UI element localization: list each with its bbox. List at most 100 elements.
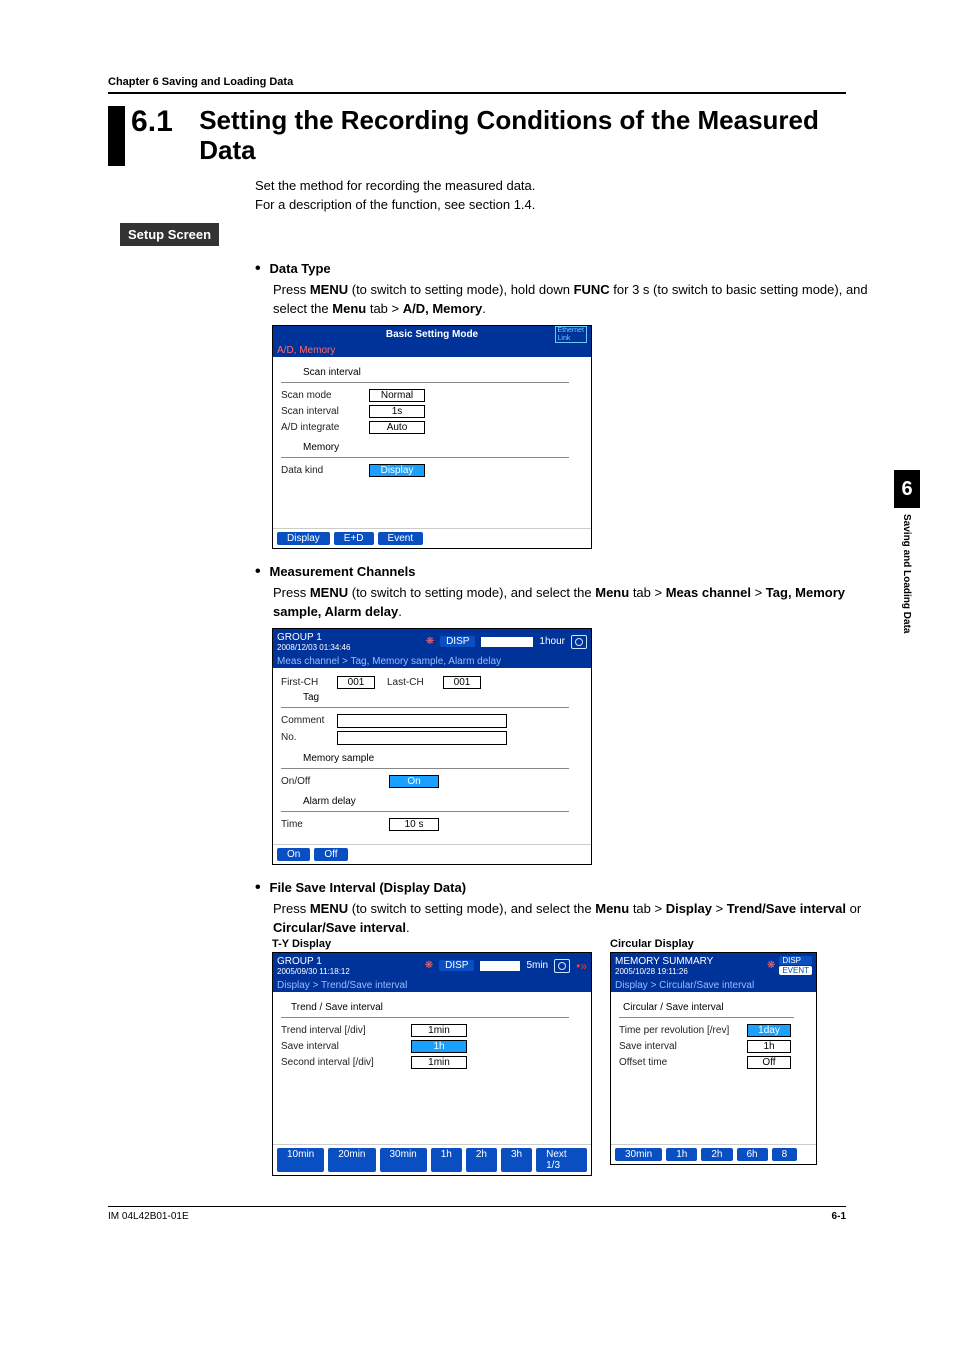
onoff-label: On/Off xyxy=(281,776,337,787)
fan-icon: ❋ xyxy=(426,636,434,647)
tpr-label: Time per revolution [/rev] xyxy=(619,1025,747,1036)
ss3-btn-5[interactable]: 3h xyxy=(501,1148,532,1172)
ss4-event-tag: EVENT xyxy=(779,966,812,975)
meas-heading: • Measurement Channels xyxy=(255,563,894,581)
ss3-disp-tag: DISP xyxy=(439,960,474,971)
save-interval-value[interactable]: 1h xyxy=(411,1040,467,1053)
ss4-disp-tag: DISP xyxy=(779,956,812,965)
no-label: No. xyxy=(281,732,337,743)
ss1-btn-event[interactable]: Event xyxy=(378,532,424,545)
last-ch-value[interactable]: 001 xyxy=(443,676,481,689)
screenshot-ty-display: GROUP 1 2005/09/30 11:18:12 ❋ DISP 5min … xyxy=(272,952,592,1176)
ss1-group-memory: Memory xyxy=(303,442,583,453)
ss2-alarmdelay-group: Alarm delay xyxy=(303,796,583,807)
ss4-group-title: Circular / Save interval xyxy=(623,1002,808,1013)
ss1-title: Basic Setting Mode xyxy=(273,329,591,340)
ss2-btn-on[interactable]: On xyxy=(277,848,310,861)
scan-mode-value[interactable]: Normal xyxy=(369,389,425,402)
datatype-body: Press MENU (to switch to setting mode), … xyxy=(273,280,894,319)
onoff-value[interactable]: On xyxy=(389,775,439,788)
last-ch-label: Last-CH xyxy=(387,677,443,688)
fan-icon: ❋ xyxy=(425,960,433,971)
section-number: 6.1 xyxy=(131,106,199,166)
screenshot-ad-memory: Basic Setting Mode Ethernet Link A/D, Me… xyxy=(272,325,592,549)
setup-screen-tag: Setup Screen xyxy=(120,223,219,246)
time-value[interactable]: 10 s xyxy=(389,818,439,831)
intro-line-2: For a description of the function, see s… xyxy=(255,195,894,215)
offset-label: Offset time xyxy=(619,1057,747,1068)
circular-display-head: Circular Display xyxy=(610,938,817,950)
ss3-btn-2[interactable]: 30min xyxy=(380,1148,427,1172)
chapter-header: Chapter 6 Saving and Loading Data xyxy=(108,76,846,94)
ad-integrate-value[interactable]: Auto xyxy=(369,421,425,434)
ss3-btn-4[interactable]: 2h xyxy=(466,1148,497,1172)
ss4-save-interval-value[interactable]: 1h xyxy=(747,1040,791,1053)
trend-interval-value[interactable]: 1min xyxy=(411,1024,467,1037)
ss4-btn-2[interactable]: 2h xyxy=(701,1148,732,1161)
intro-line-1: Set the method for recording the measure… xyxy=(255,176,894,196)
side-chapter-label: Saving and Loading Data xyxy=(901,514,912,633)
scan-interval-value[interactable]: 1s xyxy=(369,405,425,418)
data-kind-value[interactable]: Display xyxy=(369,464,425,477)
ss2-disp-tag: DISP xyxy=(440,636,475,647)
ss3-timestamp: 2005/09/30 11:18:12 xyxy=(277,967,350,976)
ss3-group: GROUP 1 xyxy=(277,956,350,967)
side-chapter-number: 6 xyxy=(894,470,920,508)
tpr-value[interactable]: 1day xyxy=(747,1024,791,1037)
time-label: Time xyxy=(281,819,337,830)
ss3-breadcrumb: Display > Trend/Save interval xyxy=(273,979,591,992)
first-ch-value[interactable]: 001 xyxy=(337,676,375,689)
meas-body: Press MENU (to switch to setting mode), … xyxy=(273,583,894,622)
ss4-title: MEMORY SUMMARY xyxy=(615,956,713,967)
ss4-btn-3[interactable]: 6h xyxy=(737,1148,768,1161)
footer-left: IM 04L42B01-01E xyxy=(108,1211,189,1222)
ss4-timestamp: 2005/10/28 19:11:26 xyxy=(615,967,713,976)
ad-integrate-label: A/D integrate xyxy=(281,422,369,433)
ss1-breadcrumb: A/D, Memory xyxy=(273,344,591,357)
ss2-btn-off[interactable]: Off xyxy=(314,848,347,861)
fsi-heading: • File Save Interval (Display Data) xyxy=(255,879,894,897)
scan-mode-label: Scan mode xyxy=(281,390,369,401)
ss3-interval: 5min xyxy=(526,960,548,971)
ss3-btn-0[interactable]: 10min xyxy=(277,1148,324,1172)
ss4-breadcrumb: Display > Circular/Save interval xyxy=(611,979,816,992)
comment-label: Comment xyxy=(281,715,337,726)
camera-icon xyxy=(554,959,570,973)
section-title: Setting the Recording Conditions of the … xyxy=(199,106,846,166)
ss2-interval: 1hour xyxy=(539,636,565,647)
ss1-btn-ed[interactable]: E+D xyxy=(334,532,374,545)
second-interval-value[interactable]: 1min xyxy=(411,1056,467,1069)
screenshot-circular-display: MEMORY SUMMARY 2005/10/28 19:11:26 ❋ DIS… xyxy=(610,952,817,1165)
ss2-tag-group: Tag xyxy=(303,692,583,703)
scan-interval-label: Scan interval xyxy=(281,406,369,417)
save-interval-label: Save interval xyxy=(281,1041,411,1052)
ss2-timestamp: 2008/12/03 01:34:46 xyxy=(277,643,350,652)
ss2-group: GROUP 1 xyxy=(277,632,350,643)
ss4-btn-4[interactable]: 8 xyxy=(772,1148,798,1161)
fan-icon: ❋ xyxy=(767,960,775,971)
ss1-group-scan: Scan interval xyxy=(303,367,583,378)
ss1-btn-display[interactable]: Display xyxy=(277,532,330,545)
ss2-memory-sample-group: Memory sample xyxy=(303,753,583,764)
footer-right: 6-1 xyxy=(832,1211,846,1222)
trend-interval-label: Trend interval [/div] xyxy=(281,1025,411,1036)
no-value[interactable] xyxy=(337,731,507,745)
section-marker xyxy=(108,106,125,166)
ss3-btn-6[interactable]: Next 1/3 xyxy=(536,1148,587,1172)
first-ch-label: First-CH xyxy=(281,677,337,688)
camera-icon xyxy=(571,635,587,649)
data-kind-label: Data kind xyxy=(281,465,369,476)
offset-value[interactable]: Off xyxy=(747,1056,791,1069)
ss3-group-title: Trend / Save interval xyxy=(291,1002,583,1013)
sound-icon: •» xyxy=(576,959,587,973)
ss4-btn-0[interactable]: 30min xyxy=(615,1148,662,1161)
ss3-btn-1[interactable]: 20min xyxy=(328,1148,375,1172)
datatype-heading: • Data Type xyxy=(255,260,894,278)
ss4-save-interval-label: Save interval xyxy=(619,1041,747,1052)
screenshot-meas-channel: GROUP 1 2008/12/03 01:34:46 ❋ DISP 1hour… xyxy=(272,628,592,865)
ss4-btn-1[interactable]: 1h xyxy=(666,1148,697,1161)
ss3-btn-3[interactable]: 1h xyxy=(431,1148,462,1172)
comment-value[interactable] xyxy=(337,714,507,728)
ss3-btnbar: 10min 20min 30min 1h 2h 3h Next 1/3 xyxy=(273,1144,591,1175)
fsi-body: Press MENU (to switch to setting mode), … xyxy=(273,899,894,938)
